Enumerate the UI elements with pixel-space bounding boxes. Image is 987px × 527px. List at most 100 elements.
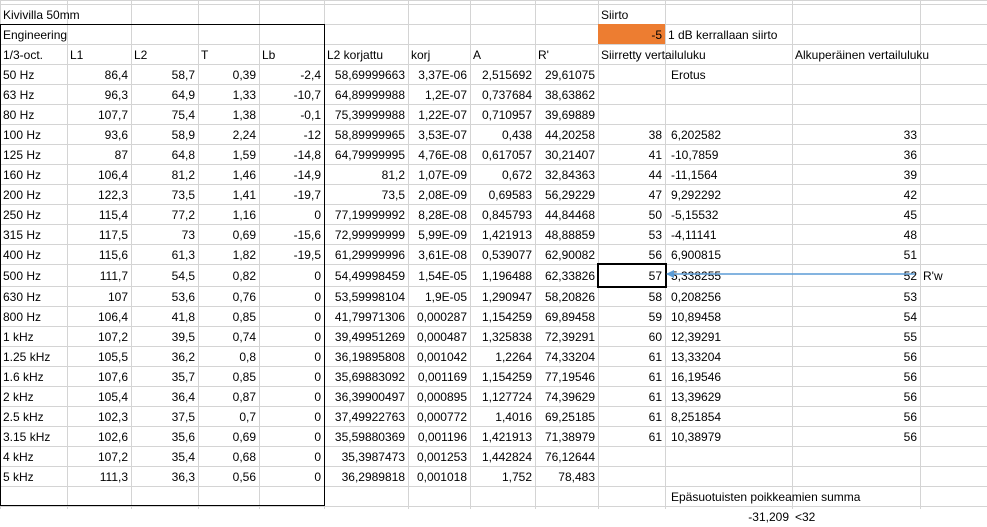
value-cell[interactable]: -19,5 [259, 245, 324, 265]
alkuperainen-cell[interactable]: 36 [792, 145, 920, 165]
value-cell[interactable]: 3,53E-07 [408, 125, 470, 145]
value-cell[interactable]: 1,2E-07 [408, 85, 470, 105]
erotus-cell[interactable]: 13,33204 [665, 347, 792, 367]
value-cell[interactable]: 39,5 [131, 327, 198, 347]
value-cell[interactable]: 0 [259, 467, 324, 487]
value-cell[interactable]: 115,6 [67, 245, 131, 265]
value-cell[interactable]: 0,672 [470, 165, 535, 185]
value-cell[interactable]: 0,438 [470, 125, 535, 145]
erotus-header[interactable]: Erotus [665, 65, 792, 85]
value-cell[interactable]: 0,82 [198, 265, 259, 287]
value-cell[interactable]: 75,4 [131, 105, 198, 125]
value-cell[interactable]: 30,21407 [535, 145, 598, 165]
frequency-cell[interactable]: 200 Hz [0, 185, 67, 205]
erotus-cell[interactable]: -4,11141 [665, 225, 792, 245]
value-cell[interactable]: 35,7 [131, 367, 198, 387]
value-cell[interactable]: 48,88859 [535, 225, 598, 245]
column-header[interactable]: R' [535, 45, 598, 65]
value-cell[interactable]: 1,22E-07 [408, 105, 470, 125]
erotus-cell[interactable]: 9,292292 [665, 185, 792, 205]
value-cell[interactable]: 62,33826 [535, 265, 598, 287]
erotus-cell[interactable]: -10,7859 [665, 145, 792, 165]
value-cell[interactable]: 0 [259, 427, 324, 447]
value-cell[interactable]: 0,845793 [470, 205, 535, 225]
value-cell[interactable]: 44,84468 [535, 205, 598, 225]
value-cell[interactable]: 1,752 [470, 467, 535, 487]
column-header[interactable]: A [470, 45, 535, 65]
value-cell[interactable]: 0,85 [198, 367, 259, 387]
frequency-cell[interactable]: 1.25 kHz [0, 347, 67, 367]
siirretty-cell[interactable]: 57 [598, 265, 665, 287]
value-cell[interactable]: 35,6 [131, 427, 198, 447]
value-cell[interactable]: 105,4 [67, 387, 131, 407]
frequency-cell[interactable]: 80 Hz [0, 105, 67, 125]
value-cell[interactable]: 1,46 [198, 165, 259, 185]
value-cell[interactable]: 0,001042 [408, 347, 470, 367]
value-cell[interactable]: 0 [259, 367, 324, 387]
sheet-title[interactable]: Kivivilla 50mm [0, 5, 259, 25]
siirretty-cell[interactable]: 53 [598, 225, 665, 245]
frequency-cell[interactable]: 630 Hz [0, 287, 67, 307]
column-header[interactable]: L2 [131, 45, 198, 65]
frequency-cell[interactable]: 160 Hz [0, 165, 67, 185]
value-cell[interactable]: 0,001196 [408, 427, 470, 447]
value-cell[interactable]: 1,442824 [470, 447, 535, 467]
value-cell[interactable]: 1,154259 [470, 367, 535, 387]
frequency-cell[interactable]: 100 Hz [0, 125, 67, 145]
value-cell[interactable]: 73,5 [324, 185, 408, 205]
alkuperainen-cell[interactable]: 45 [792, 205, 920, 225]
value-cell[interactable]: 0,68 [198, 447, 259, 467]
value-cell[interactable]: 69,89458 [535, 307, 598, 327]
value-cell[interactable]: 0 [259, 327, 324, 347]
value-cell[interactable]: 36,39900497 [324, 387, 408, 407]
siirretty-cell[interactable]: 60 [598, 327, 665, 347]
siirretty-cell[interactable]: 61 [598, 407, 665, 427]
value-cell[interactable]: 0,001018 [408, 467, 470, 487]
alkuperainen-cell[interactable]: 48 [792, 225, 920, 245]
value-cell[interactable]: 58,89999965 [324, 125, 408, 145]
column-header[interactable]: L2 korjattu [324, 45, 408, 65]
value-cell[interactable]: 69,25185 [535, 407, 598, 427]
value-cell[interactable]: 107,2 [67, 447, 131, 467]
value-cell[interactable]: 77,2 [131, 205, 198, 225]
value-cell[interactable]: 0 [259, 447, 324, 467]
value-cell[interactable]: 0,000287 [408, 307, 470, 327]
value-cell[interactable]: 1,38 [198, 105, 259, 125]
value-cell[interactable]: 93,6 [67, 125, 131, 145]
column-header[interactable]: 1/3-oct. [0, 45, 67, 65]
value-cell[interactable]: 0,617057 [470, 145, 535, 165]
rw-label[interactable]: R'w [920, 265, 987, 287]
erotus-cell[interactable]: 0,208256 [665, 287, 792, 307]
siirto-value[interactable]: -5 [598, 25, 665, 45]
column-header[interactable]: L1 [67, 45, 131, 65]
alkuperainen-cell[interactable]: 52 [792, 265, 920, 287]
footer-limit[interactable]: <32 [792, 507, 920, 527]
value-cell[interactable]: 0,69 [198, 225, 259, 245]
erotus-cell[interactable]: 6,202582 [665, 125, 792, 145]
siirretty-cell[interactable]: 59 [598, 307, 665, 327]
value-cell[interactable]: 44,20258 [535, 125, 598, 145]
value-cell[interactable]: 58,9 [131, 125, 198, 145]
value-cell[interactable]: 106,4 [67, 165, 131, 185]
value-cell[interactable]: 0,000487 [408, 327, 470, 347]
value-cell[interactable]: 1,325838 [470, 327, 535, 347]
frequency-cell[interactable]: 400 Hz [0, 245, 67, 265]
value-cell[interactable]: 1,9E-05 [408, 287, 470, 307]
erotus-cell[interactable]: 8,251854 [665, 407, 792, 427]
alkuperainen-cell[interactable]: 53 [792, 287, 920, 307]
value-cell[interactable]: 96,3 [67, 85, 131, 105]
value-cell[interactable]: 64,79999995 [324, 145, 408, 165]
frequency-cell[interactable]: 800 Hz [0, 307, 67, 327]
alkuperainen-header[interactable]: Alkuperäinen vertailuluku [792, 45, 987, 65]
value-cell[interactable]: 0,539077 [470, 245, 535, 265]
siirretty-cell[interactable]: 58 [598, 287, 665, 307]
frequency-cell[interactable]: 2.5 kHz [0, 407, 67, 427]
value-cell[interactable]: 56,29229 [535, 185, 598, 205]
value-cell[interactable]: 64,89999988 [324, 85, 408, 105]
value-cell[interactable]: 1,07E-09 [408, 165, 470, 185]
frequency-cell[interactable]: 1 kHz [0, 327, 67, 347]
value-cell[interactable]: 32,84363 [535, 165, 598, 185]
value-cell[interactable]: -19,7 [259, 185, 324, 205]
column-header[interactable]: T [198, 45, 259, 65]
footer-value[interactable]: -31,209 [665, 507, 792, 527]
